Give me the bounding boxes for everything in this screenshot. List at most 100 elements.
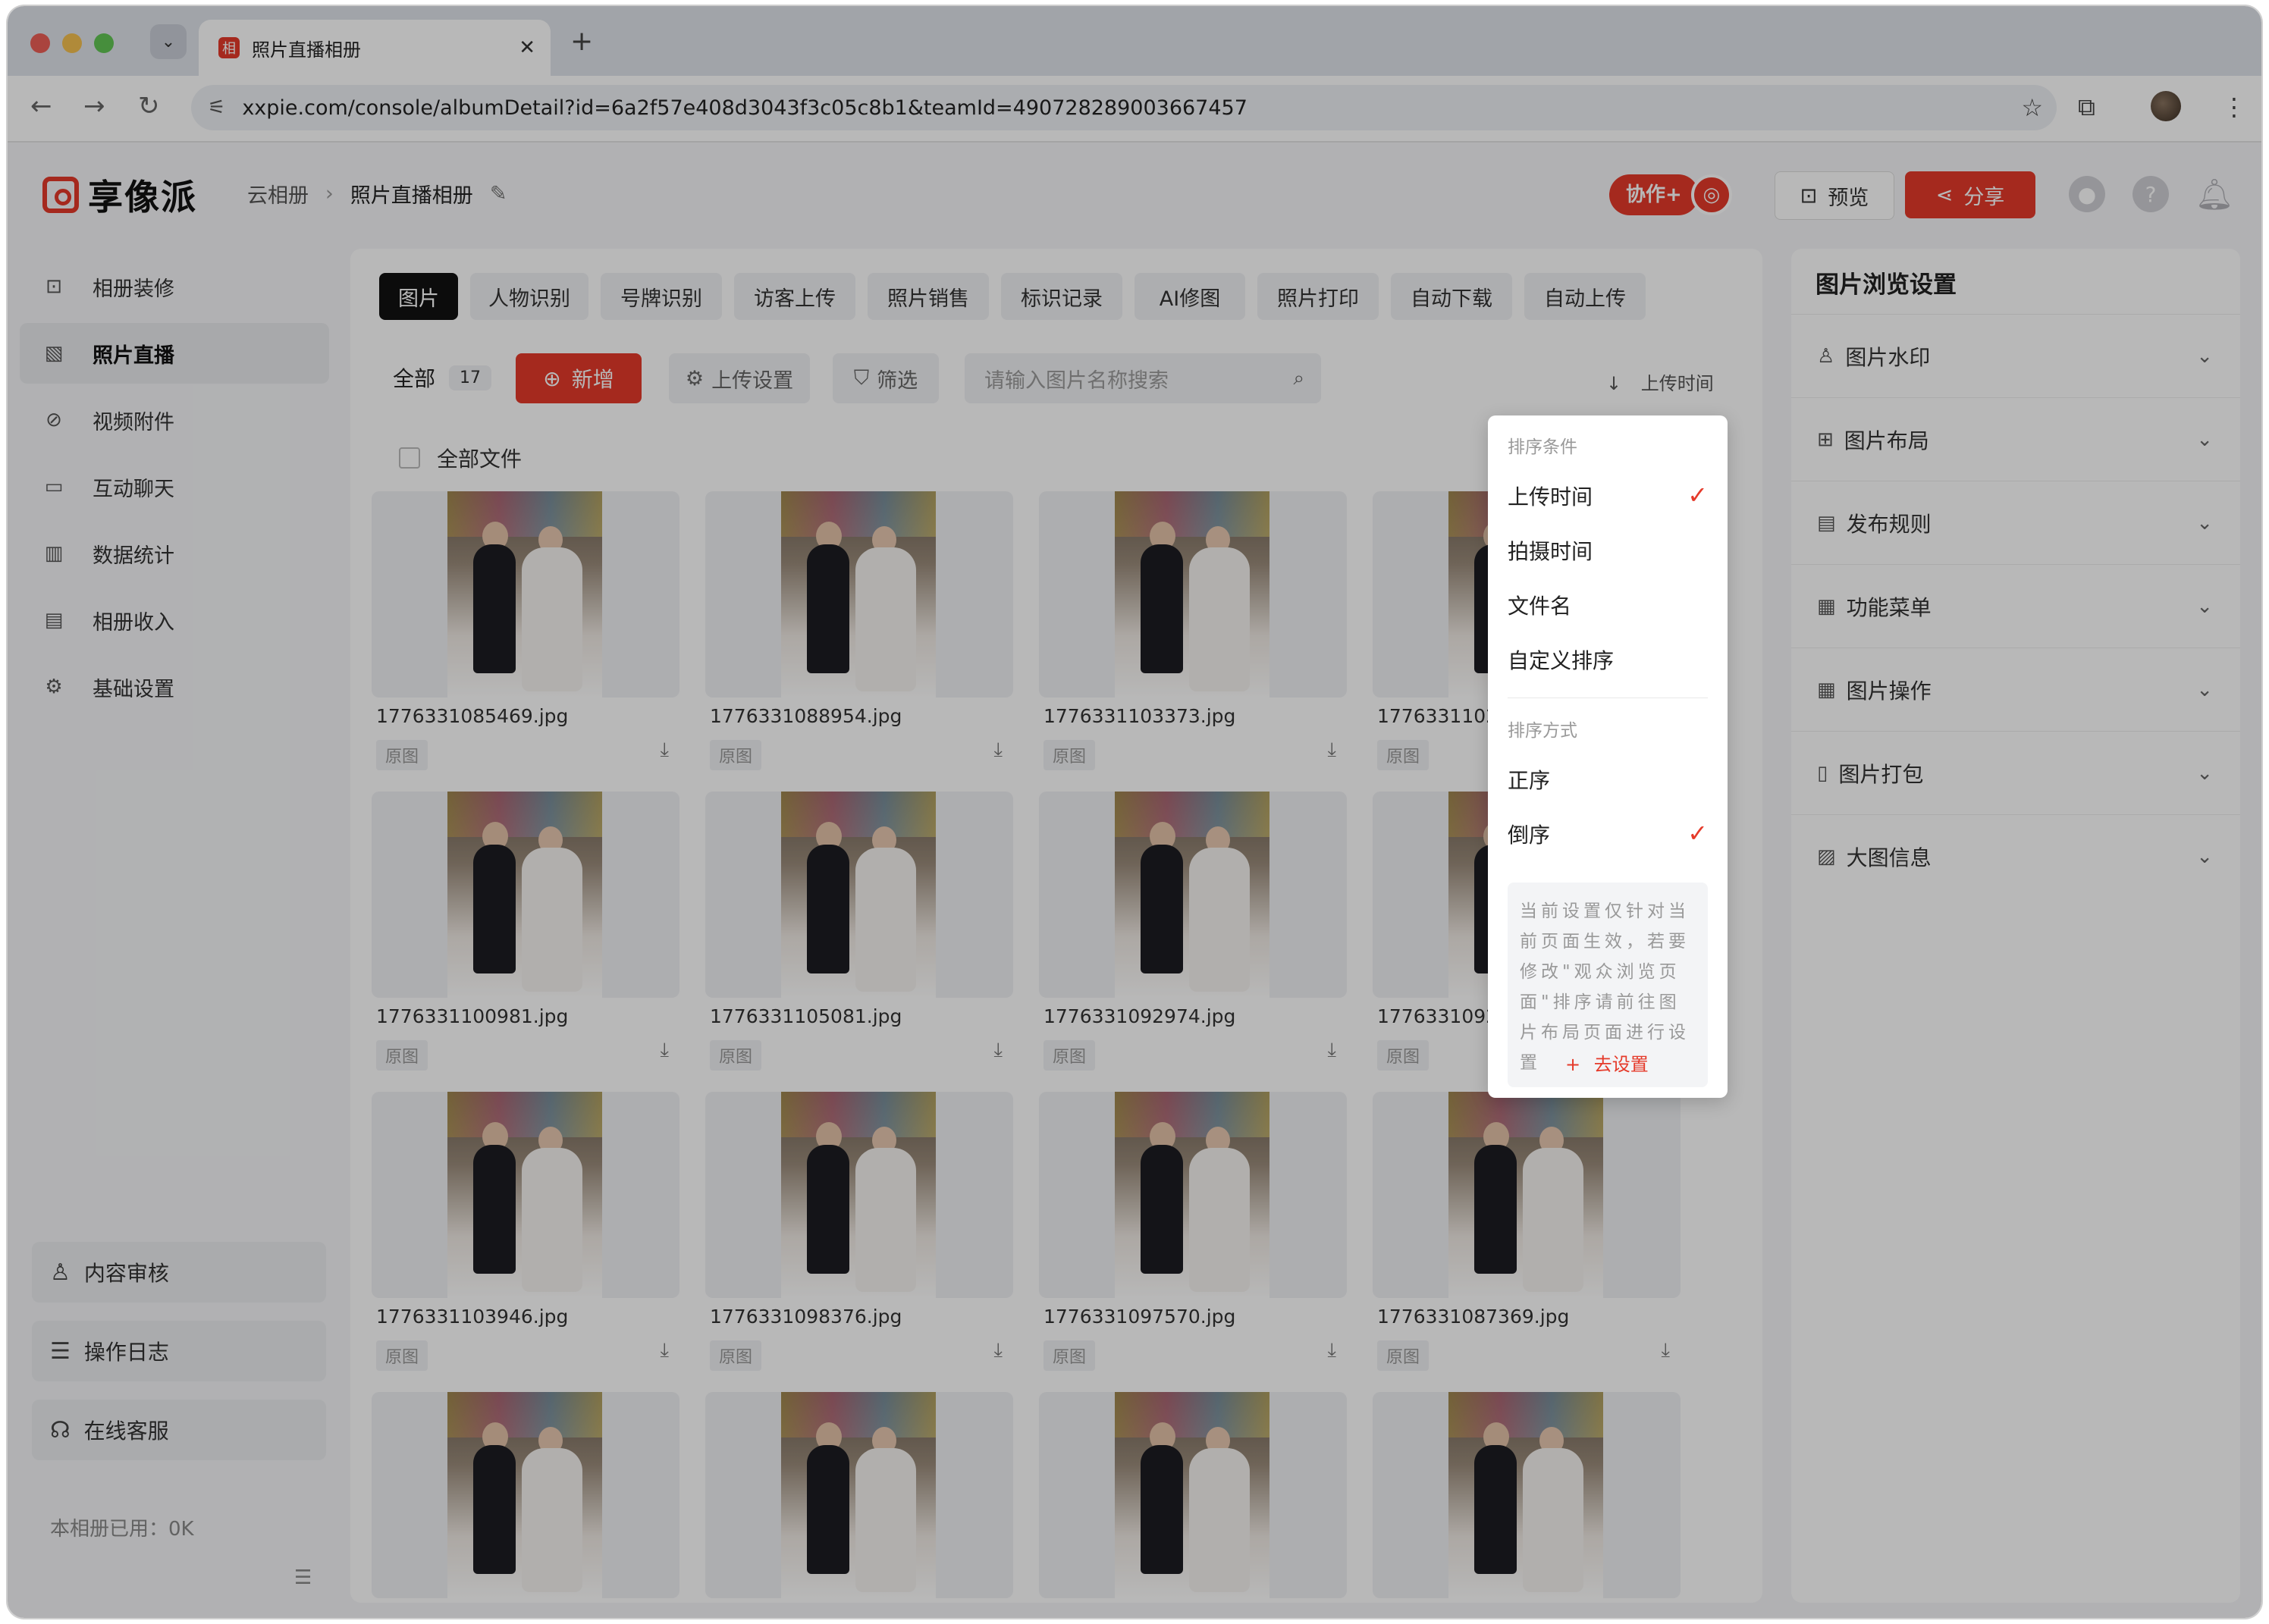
photo-card[interactable]: 1776331097570.jpg 原图 ⤓ — [1039, 1092, 1347, 1372]
preview-button[interactable]: ⊡ 预览 — [1775, 171, 1894, 220]
photo-thumbnail[interactable] — [1373, 1092, 1681, 1298]
download-icon[interactable]: ⤓ — [994, 1039, 1003, 1062]
download-icon[interactable]: ⤓ — [1328, 1039, 1337, 1062]
download-icon[interactable]: ⤓ — [661, 738, 670, 762]
site-settings-icon[interactable]: ⚟ — [208, 96, 225, 119]
back-arrow-icon[interactable]: ← — [30, 91, 52, 121]
download-icon[interactable]: ⤓ — [1662, 1339, 1671, 1362]
download-icon[interactable]: ⤓ — [661, 1039, 670, 1062]
photo-card[interactable]: 1776331103373.jpg 原图 ⤓ — [1039, 491, 1347, 772]
search-icon[interactable]: ⌕ — [1293, 367, 1304, 390]
select-all-files[interactable]: 全部文件 — [399, 443, 522, 473]
bookmark-star-icon[interactable]: ☆ — [2021, 93, 2043, 122]
search-box[interactable]: 请输入图片名称搜索 ⌕ — [965, 353, 1321, 403]
photo-card[interactable]: 1776331088954.jpg 原图 ⤓ — [705, 491, 1013, 772]
profile-avatar[interactable] — [2151, 91, 2181, 121]
download-icon[interactable]: ⤓ — [661, 1339, 670, 1362]
operation-log-button[interactable]: ☰ 操作日志 — [32, 1321, 326, 1381]
photo-thumbnail[interactable] — [705, 491, 1013, 698]
sort-option-upload-time[interactable]: 上传时间 ✓ — [1508, 481, 1708, 511]
setting-image-operation[interactable]: ▦ 图片操作 ⌄ — [1791, 647, 2240, 732]
sidebar-item-photo-live[interactable]: ▧ 照片直播 — [20, 323, 329, 384]
tab-ai-retouch[interactable]: AI修图 — [1134, 273, 1245, 320]
photo-card[interactable]: 1776331098376.jpg 原图 ⤓ — [705, 1092, 1013, 1372]
forward-arrow-icon[interactable]: → — [83, 91, 105, 121]
tab-person-recognition[interactable]: 人物识别 — [470, 273, 588, 320]
setting-function-menu[interactable]: ▦ 功能菜单 ⌄ — [1791, 564, 2240, 648]
breadcrumb-root[interactable]: 云相册 — [247, 179, 309, 208]
url-field[interactable]: ⚟ xxpie.com/console/albumDetail?id=6a2f5… — [191, 85, 2057, 130]
tab-list-chevron-down-icon[interactable]: ⌄ — [150, 24, 187, 59]
setting-layout[interactable]: ⊞ 图片布局 ⌄ — [1791, 397, 2240, 481]
tab-visitor-upload[interactable]: 访客上传 — [734, 273, 855, 320]
sort-option-custom[interactable]: 自定义排序 — [1508, 644, 1708, 675]
photo-card[interactable]: 1776331092974.jpg 原图 ⤓ — [1039, 792, 1347, 1072]
content-review-button[interactable]: ♙ 内容审核 — [32, 1242, 326, 1303]
extensions-icon[interactable]: ⧉ — [2078, 92, 2095, 122]
sort-button[interactable]: ↓ 上传时间 — [1606, 368, 1714, 395]
sidebar-item-chat[interactable]: ▭ 互动聊天 — [20, 456, 329, 517]
setting-publish-rules[interactable]: ▤ 发布规则 ⌄ — [1791, 481, 2240, 565]
tab-photos[interactable]: 图片 — [379, 273, 458, 320]
photo-thumbnail[interactable] — [1039, 1092, 1347, 1298]
photo-thumbnail[interactable] — [1039, 491, 1347, 698]
download-icon[interactable]: ⤓ — [994, 738, 1003, 762]
logo[interactable]: 享像派 — [42, 170, 197, 220]
photo-thumbnail[interactable] — [372, 1392, 679, 1598]
user-status-icon[interactable]: ● — [2069, 176, 2105, 212]
sort-option-shoot-time[interactable]: 拍摄时间 — [1508, 535, 1708, 566]
sort-order-ascending[interactable]: 正序 — [1508, 764, 1708, 795]
sort-option-filename[interactable]: 文件名 — [1508, 590, 1708, 620]
share-button[interactable]: ⋖ 分享 — [1905, 171, 2035, 218]
photo-thumbnail[interactable] — [372, 792, 679, 998]
download-icon[interactable]: ⤓ — [994, 1339, 1003, 1362]
online-support-button[interactable]: ☊ 在线客服 — [32, 1400, 326, 1460]
photo-card[interactable] — [1373, 1392, 1681, 1618]
tab-mark-records[interactable]: 标识记录 — [1001, 273, 1122, 320]
sidebar-item-statistics[interactable]: ▥ 数据统计 — [20, 523, 329, 584]
sidebar-item-decoration[interactable]: ⊡ 相册装修 — [20, 256, 329, 317]
go-settings-link[interactable]: + 去设置 — [1565, 1049, 1649, 1076]
photo-thumbnail[interactable] — [705, 792, 1013, 998]
sidebar-item-income[interactable]: ▤ 相册收入 — [20, 590, 329, 651]
add-button[interactable]: ⊕ 新增 — [516, 353, 642, 403]
photo-card[interactable]: 1776331100981.jpg 原图 ⤓ — [372, 792, 679, 1072]
download-icon[interactable]: ⤓ — [1328, 1339, 1337, 1362]
select-all-checkbox[interactable] — [399, 447, 420, 469]
photo-card[interactable] — [1039, 1392, 1347, 1618]
help-icon[interactable]: ? — [2132, 176, 2169, 212]
setting-image-package[interactable]: ▯ 图片打包 ⌄ — [1791, 731, 2240, 815]
browser-tab[interactable]: 相 照片直播相册 ✕ — [199, 20, 551, 76]
zoom-window-icon[interactable] — [94, 33, 114, 53]
photo-thumbnail[interactable] — [1373, 1392, 1681, 1598]
tab-photo-sales[interactable]: 照片销售 — [868, 273, 989, 320]
sidebar-item-basic-settings[interactable]: ⚙ 基础设置 — [20, 657, 329, 717]
edit-title-icon[interactable]: ✎ — [490, 182, 507, 205]
setting-watermark[interactable]: ♙ 图片水印 ⌄ — [1791, 314, 2240, 398]
collapse-sidebar-icon[interactable]: ☰ — [294, 1566, 312, 1589]
all-filter[interactable]: 全部 17 — [393, 362, 492, 393]
photo-thumbnail[interactable] — [705, 1392, 1013, 1598]
tab-photo-print[interactable]: 照片打印 — [1257, 273, 1379, 320]
upload-settings-button[interactable]: ⚙ 上传设置 — [669, 353, 810, 403]
close-window-icon[interactable] — [30, 33, 50, 53]
photo-thumbnail[interactable] — [372, 1092, 679, 1298]
setting-big-image-info[interactable]: ▨ 大图信息 ⌄ — [1791, 814, 2240, 898]
photo-card[interactable] — [705, 1392, 1013, 1618]
photo-card[interactable]: 1776331105081.jpg 原图 ⤓ — [705, 792, 1013, 1072]
tab-close-icon[interactable]: ✕ — [519, 36, 535, 59]
tab-bib-recognition[interactable]: 号牌识别 — [601, 273, 722, 320]
photo-card[interactable]: 1776331087369.jpg 原图 ⤓ — [1373, 1092, 1681, 1372]
tab-auto-download[interactable]: 自动下载 — [1391, 273, 1512, 320]
photo-card[interactable]: 1776331085469.jpg 原图 ⤓ — [372, 491, 679, 772]
filter-button[interactable]: ⛉ 筛选 — [833, 353, 939, 403]
tab-auto-upload[interactable]: 自动上传 — [1524, 273, 1646, 320]
photo-card[interactable]: 1776331103946.jpg 原图 ⤓ — [372, 1092, 679, 1372]
collab-button[interactable]: 协作+ ◎ — [1609, 174, 1732, 215]
new-tab-plus-icon[interactable]: + — [570, 26, 593, 57]
sort-order-descending[interactable]: 倒序 ✓ — [1508, 819, 1708, 849]
browser-menu-icon[interactable]: ⋮ — [2222, 92, 2246, 121]
photo-thumbnail[interactable] — [705, 1092, 1013, 1298]
download-icon[interactable]: ⤓ — [1328, 738, 1337, 762]
photo-card[interactable] — [372, 1392, 679, 1618]
